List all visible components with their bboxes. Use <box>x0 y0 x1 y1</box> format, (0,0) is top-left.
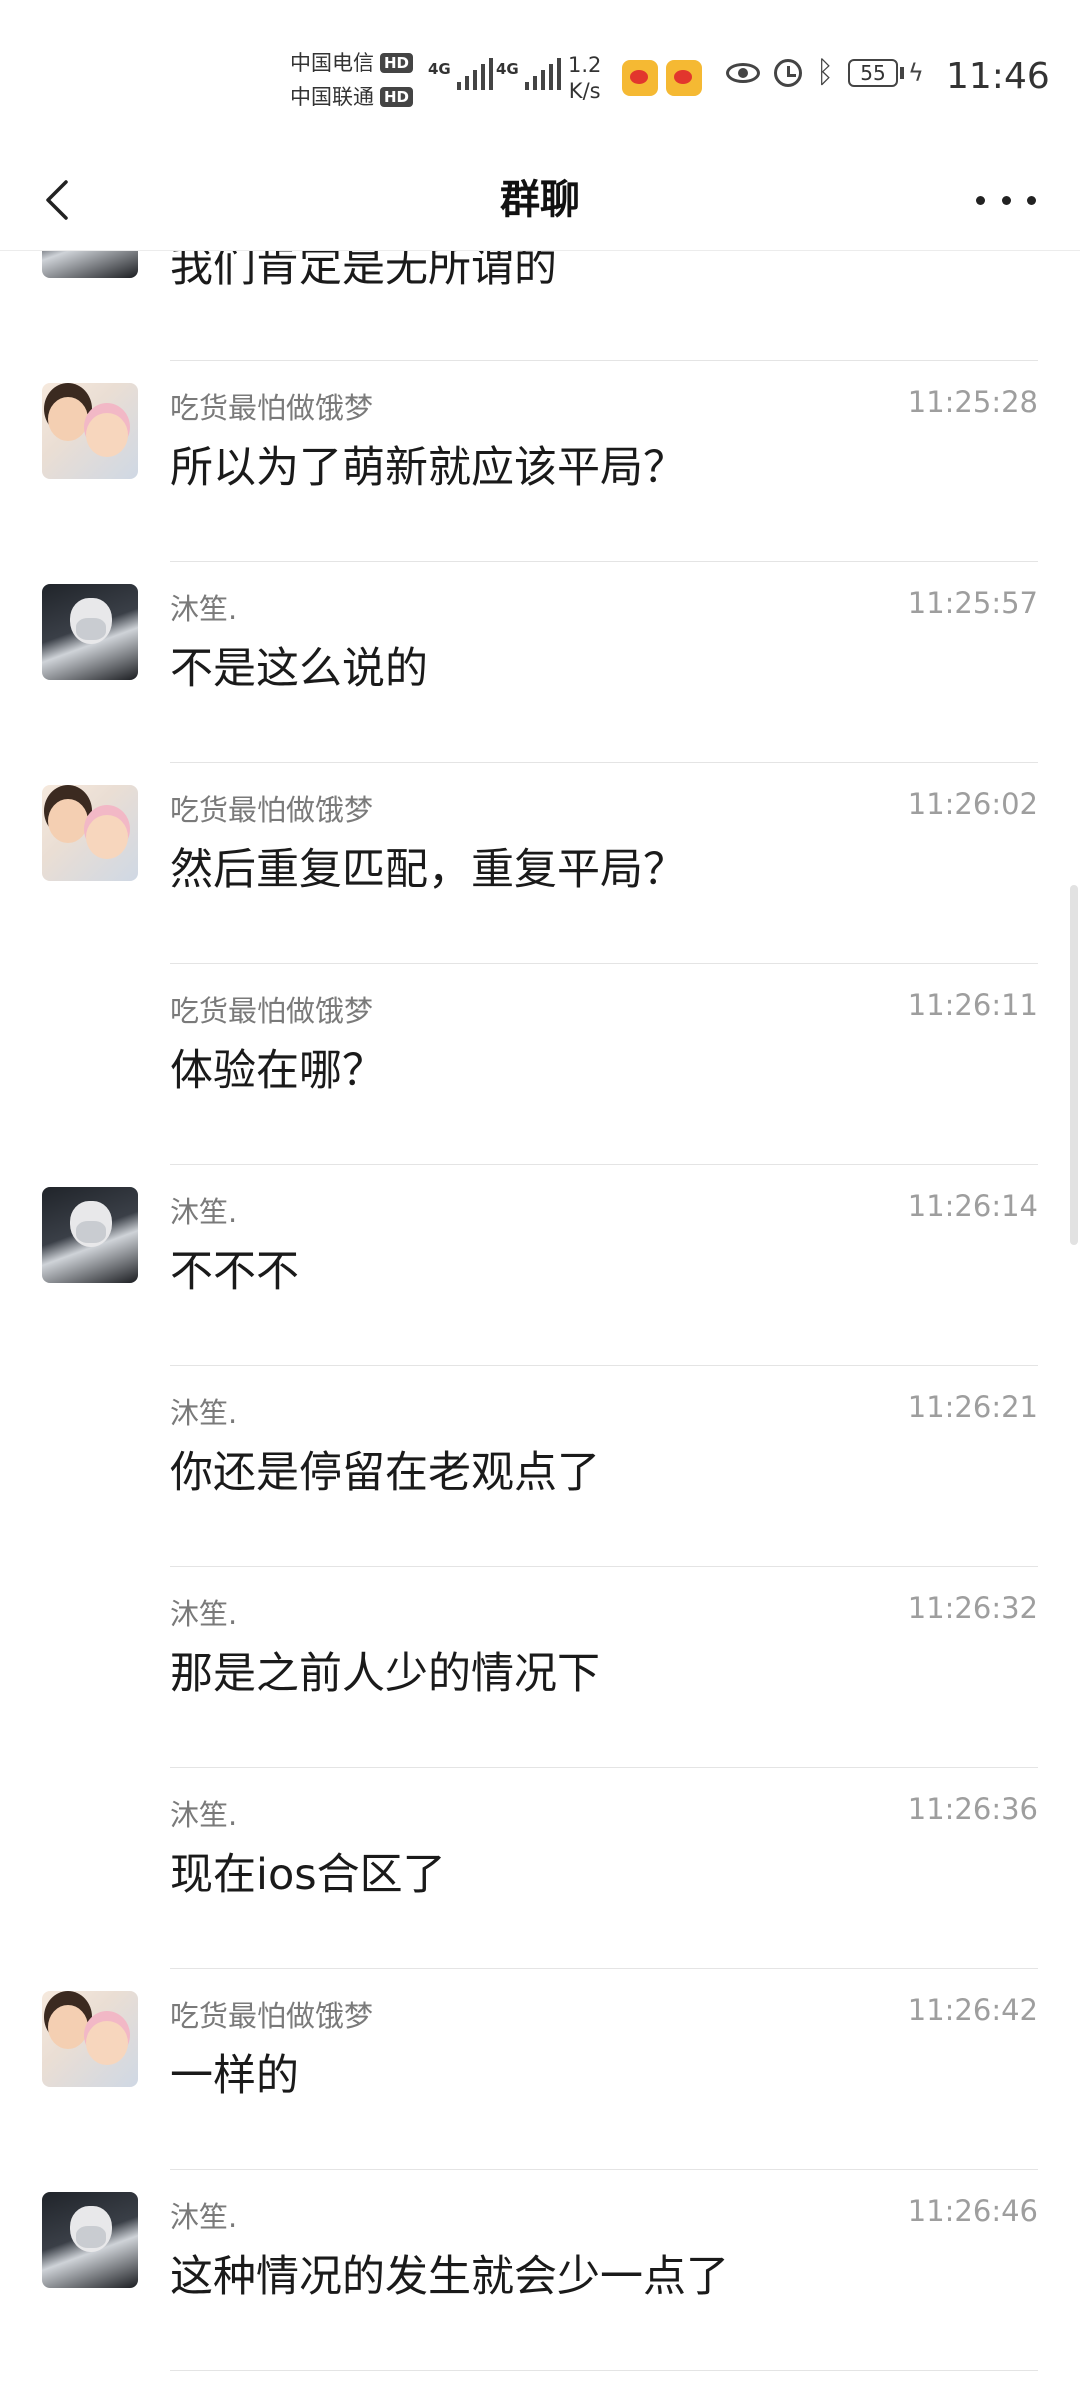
avatar[interactable] <box>42 383 138 479</box>
list-item[interactable]: 吃货最怕做饿梦 11:26:11 体验在哪？ <box>0 964 1080 1165</box>
sender-name: 吃货最怕做饿梦 <box>170 793 374 827</box>
message-time: 11:26:36 <box>907 1792 1038 1826</box>
weibo-icon <box>666 60 702 96</box>
divider <box>170 2370 1038 2371</box>
message-time: 11:26:42 <box>907 1993 1038 2027</box>
message-text: 不是这么说的 <box>170 644 428 694</box>
avatar[interactable] <box>42 2192 138 2288</box>
hd-badge: HD <box>380 53 414 73</box>
message-time: 11:25:57 <box>907 586 1038 620</box>
sender-name: 吃货最怕做饿梦 <box>170 1999 374 2033</box>
carrier-info: 中国电信 HD 中国联通 HD <box>290 46 414 114</box>
sender-name: 沐笙. <box>170 1597 238 1631</box>
message-time: 11:26:14 <box>907 1189 1038 1223</box>
network-speed: 1.2 K/s <box>568 53 602 103</box>
message-text: 不不不 <box>170 1247 299 1297</box>
sender-name: 沐笙. <box>170 1798 238 1832</box>
sender-name: 沐笙. <box>170 2200 238 2234</box>
message-text: 这种情况的发生就会少一点了 <box>170 2252 729 2302</box>
list-item[interactable]: 沐笙. 11:25:57 不是这么说的 <box>0 562 1080 763</box>
list-item[interactable]: 沐笙. 11:26:32 那是之前人少的情况下 <box>0 1567 1080 1768</box>
message-text: 我们肯定是无所谓的 <box>170 250 557 292</box>
sender-name: 沐笙. <box>170 1396 238 1430</box>
message-text: 一样的 <box>170 2051 299 2101</box>
list-item[interactable]: 沐笙. 11:26:21 你还是停留在老观点了 <box>0 1366 1080 1567</box>
message-time: 11:26:21 <box>907 1390 1038 1424</box>
list-item[interactable]: 沐笙. 11:26:46 这种情况的发生就会少一点了 <box>0 2170 1080 2371</box>
message-time: 11:26:02 <box>907 787 1038 821</box>
sender-name: 吃货最怕做饿梦 <box>170 994 374 1028</box>
network-type: 4G <box>428 60 451 78</box>
sender-name: 沐笙. <box>170 592 238 626</box>
page-title: 群聊 <box>500 177 580 223</box>
alarm-icon <box>774 59 802 87</box>
signal-icon: 4G <box>428 58 493 90</box>
list-item[interactable]: 吃货最怕做饿梦 11:26:02 然后重复匹配，重复平局？ <box>0 763 1080 964</box>
sender-name: 吃货最怕做饿梦 <box>170 391 374 425</box>
message-time: 11:26:46 <box>907 2194 1038 2228</box>
network-type: 4G <box>496 60 519 78</box>
list-item[interactable]: 沐笙. 11:26:36 现在ios合区了 <box>0 1768 1080 1969</box>
message-text: 然后重复匹配，重复平局？ <box>170 845 686 895</box>
list-item[interactable]: 吃货最怕做饿梦 11:26:42 一样的 <box>0 1969 1080 2170</box>
avatar[interactable] <box>42 250 138 278</box>
message-time: 11:26:11 <box>907 988 1038 1022</box>
scrollbar[interactable] <box>1070 885 1078 1245</box>
list-item[interactable]: 沐笙. 11:26:14 不不不 <box>0 1165 1080 1366</box>
message-text: 那是之前人少的情况下 <box>170 1649 600 1699</box>
avatar[interactable] <box>42 1991 138 2087</box>
avatar[interactable] <box>42 785 138 881</box>
weibo-icon <box>622 60 658 96</box>
system-icons: ᛒ 55 ϟ <box>726 58 924 88</box>
message-text: 现在ios合区了 <box>170 1850 446 1900</box>
eye-icon <box>726 63 760 83</box>
message-text: 体验在哪？ <box>170 1046 385 1096</box>
hd-badge: HD <box>380 87 414 107</box>
status-time: 11:46 <box>946 56 1050 97</box>
chevron-left-icon[interactable] <box>38 178 82 222</box>
charging-icon: ϟ <box>908 59 924 87</box>
message-text: 所以为了萌新就应该平局？ <box>170 443 686 493</box>
battery-icon: 55 ϟ <box>848 59 924 87</box>
status-bar: 中国电信 HD 中国联通 HD 4G 4G 1.2 K/s ᛒ 55 ϟ 11:46 <box>0 0 1080 150</box>
list-item[interactable]: 吃货最怕做饿梦 11:25:28 所以为了萌新就应该平局？ <box>0 361 1080 562</box>
carrier-2: 中国联通 <box>290 85 374 109</box>
more-dots-icon[interactable] <box>976 186 1036 214</box>
bluetooth-icon: ᛒ <box>816 55 834 90</box>
carrier-1: 中国电信 <box>290 51 374 75</box>
avatar[interactable] <box>42 584 138 680</box>
message-time: 11:25:28 <box>907 385 1038 419</box>
message-list[interactable]: 沐笙.11:25:18我们肯定是无所谓的吃货最怕做饿梦 11:25:28 所以为了萌… <box>0 250 1080 2400</box>
message-time: 11:26:32 <box>907 1591 1038 1625</box>
list-item[interactable]: 沐笙.11:25:18我们肯定是无所谓的 <box>0 250 1080 361</box>
sender-name: 沐笙. <box>170 1195 238 1229</box>
avatar[interactable] <box>42 1187 138 1283</box>
signal-icon: 4G <box>496 58 561 90</box>
message-text: 你还是停留在老观点了 <box>170 1448 600 1498</box>
nav-bar: 群聊 <box>0 150 1080 251</box>
